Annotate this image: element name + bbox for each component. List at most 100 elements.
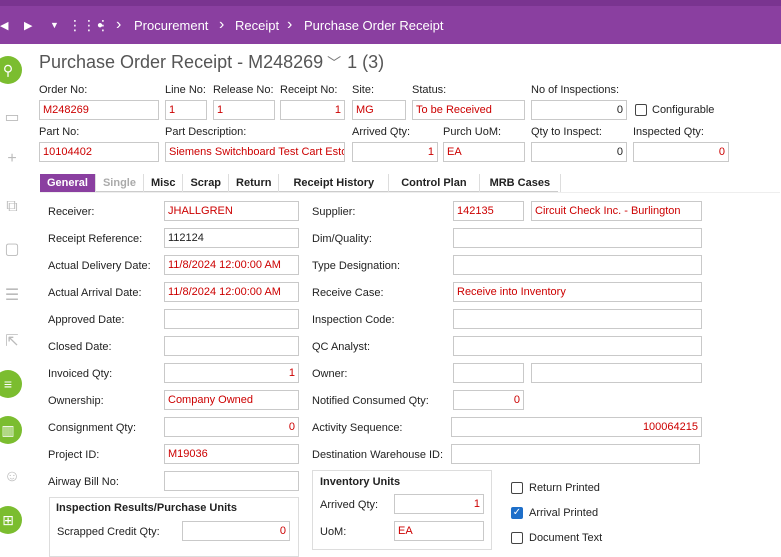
list-icon[interactable]: ☰ — [0, 280, 24, 310]
project-id-field[interactable]: M19036 — [164, 444, 299, 464]
site-field[interactable]: MG — [352, 100, 406, 120]
duplicate-icon[interactable]: ⧉ — [0, 192, 24, 222]
inventory-units-heading: Inventory Units — [320, 476, 401, 488]
closed-date-field[interactable] — [164, 336, 299, 356]
breadcrumb-purchase-order-receipt[interactable]: Purchase Order Receipt — [304, 14, 443, 36]
receipt-reference-field[interactable]: 112124 — [164, 228, 299, 248]
owner-label: Owner: — [312, 368, 348, 380]
scrapped-credit-qty-field[interactable]: 0 — [182, 521, 290, 541]
consignment-qty-field[interactable]: 0 — [164, 417, 299, 437]
apps-grid-icon[interactable]: ⋮⋮⋮ — [68, 14, 110, 36]
receiver-label: Receiver: — [48, 206, 95, 218]
order-no-label: Order No: — [39, 84, 88, 96]
breadcrumb-receipt[interactable]: Receipt — [235, 14, 279, 36]
ownership-field[interactable]: Company Owned — [164, 390, 299, 410]
tab-misc[interactable]: Misc — [144, 174, 184, 192]
return-printed-checkbox[interactable] — [511, 482, 523, 494]
airway-bill-label: Airway Bill No: — [48, 476, 119, 488]
inspection-code-label: Inspection Code: — [312, 314, 395, 326]
chevron-right-icon: › — [287, 16, 293, 33]
qty-to-inspect-field[interactable]: 0 — [531, 142, 627, 162]
actual-arrival-date-label: Actual Arrival Date: — [48, 287, 142, 299]
ownership-label: Ownership: — [48, 395, 104, 407]
no-inspections-label: No of Inspections: — [531, 84, 620, 96]
owner-id-field[interactable] — [453, 363, 524, 383]
type-designation-label: Type Designation: — [312, 260, 401, 272]
inventory-uom-label: UoM: — [320, 526, 347, 538]
receipt-no-label: Receipt No: — [280, 84, 338, 96]
inspected-qty-field[interactable]: 0 — [633, 142, 729, 162]
supplier-id-field[interactable]: 142135 — [453, 201, 524, 221]
invoiced-qty-label: Invoiced Qty: — [48, 368, 113, 380]
purch-uom-field[interactable]: EA — [443, 142, 525, 162]
chevron-down-icon[interactable]: ﹀ — [327, 53, 341, 73]
person-icon[interactable]: ☺ — [0, 462, 24, 492]
calendar-icon[interactable]: ▢ — [0, 234, 24, 264]
page-title-text: Purchase Order Receipt - M248269 — [39, 52, 324, 72]
qc-analyst-field[interactable] — [453, 336, 702, 356]
receive-case-field[interactable]: Receive into Inventory — [453, 282, 702, 302]
document-text-checkbox[interactable] — [511, 532, 523, 544]
top-strip — [0, 0, 781, 6]
add-icon[interactable]: + — [0, 144, 24, 174]
receiver-field[interactable]: JHALLGREN — [164, 201, 299, 221]
document-text-label: Document Text — [529, 532, 603, 544]
document-icon[interactable]: ▭ — [0, 102, 24, 132]
no-inspections-field[interactable]: 0 — [531, 100, 627, 120]
actual-delivery-date-field[interactable]: 11/8/2024 12:00:00 AM — [164, 255, 299, 275]
airway-bill-field[interactable] — [164, 471, 299, 491]
arrived-qty-label: Arrived Qty: — [352, 126, 411, 138]
chart-icon[interactable]: ▥ — [0, 416, 22, 444]
approved-date-field[interactable] — [164, 309, 299, 329]
chevron-right-icon: › — [219, 16, 225, 33]
inspection-results-heading: Inspection Results/Purchase Units — [56, 502, 237, 514]
add-record-icon[interactable]: ⊞ — [0, 506, 22, 534]
type-designation-field[interactable] — [453, 255, 702, 275]
dim-quality-field[interactable] — [453, 228, 702, 248]
receipt-no-field[interactable]: 1 — [280, 100, 345, 120]
receive-case-label: Receive Case: — [312, 287, 384, 299]
inventory-arrived-qty-label: Arrived Qty: — [320, 499, 379, 511]
breadcrumb-procurement[interactable]: Procurement — [134, 14, 208, 36]
record-counter: 1 (3) — [347, 52, 385, 72]
tab-return[interactable]: Return — [229, 174, 280, 192]
details-icon[interactable]: ≡ — [0, 370, 22, 398]
history-dropdown-icon[interactable]: ▼ — [50, 14, 59, 36]
order-no-field[interactable]: M248269 — [39, 100, 159, 120]
owner-name-field[interactable] — [531, 363, 702, 383]
back-icon[interactable]: ◀ — [0, 14, 8, 36]
inventory-uom-field[interactable]: EA — [394, 521, 484, 541]
status-field[interactable]: To be Received — [412, 100, 525, 120]
activity-sequence-field[interactable]: 100064215 — [451, 417, 702, 437]
part-no-field[interactable]: 10104402 — [39, 142, 159, 162]
arrival-printed-checkbox[interactable]: ✓ — [511, 507, 523, 519]
top-navigation-bar: ◀ ▶ ▼ ⋮⋮⋮ ● › Procurement › Receipt › Pu… — [0, 0, 781, 44]
tab-scrap[interactable]: Scrap — [183, 174, 230, 192]
configurable-checkbox[interactable] — [635, 104, 647, 116]
part-description-field[interactable]: Siemens Switchboard Test Cart Estop — [165, 142, 345, 162]
supplier-name-field[interactable]: Circuit Check Inc. - Burlington — [531, 201, 702, 221]
tab-general[interactable]: General — [40, 174, 96, 192]
search-icon[interactable]: ⚲ — [0, 56, 22, 84]
invoiced-qty-field[interactable]: 1 — [164, 363, 299, 383]
line-no-field[interactable]: 1 — [165, 100, 207, 120]
notified-consumed-qty-field[interactable]: 0 — [453, 390, 524, 410]
tab-receipt-history[interactable]: Receipt History — [279, 174, 390, 192]
activity-sequence-label: Activity Sequence: — [312, 422, 403, 434]
forward-icon[interactable]: ▶ — [24, 14, 32, 36]
release-no-field[interactable]: 1 — [213, 100, 275, 120]
inventory-arrived-qty-field[interactable]: 1 — [394, 494, 484, 514]
destination-warehouse-label: Destination Warehouse ID: — [312, 449, 444, 461]
qty-to-inspect-label: Qty to Inspect: — [531, 126, 602, 138]
arrival-printed-label: Arrival Printed — [529, 507, 599, 519]
tab-separator — [40, 192, 780, 193]
arrived-qty-field[interactable]: 1 — [352, 142, 438, 162]
export-icon[interactable]: ⇱ — [0, 326, 24, 356]
inspected-qty-label: Inspected Qty: — [633, 126, 704, 138]
destination-warehouse-field[interactable] — [451, 444, 700, 464]
inspection-code-field[interactable] — [453, 309, 702, 329]
tab-bar: General Single Misc Scrap Return Receipt… — [40, 174, 562, 192]
tab-mrb-cases[interactable]: MRB Cases — [480, 174, 562, 192]
actual-arrival-date-field[interactable]: 11/8/2024 12:00:00 AM — [164, 282, 299, 302]
tab-control-plan[interactable]: Control Plan — [389, 174, 480, 192]
